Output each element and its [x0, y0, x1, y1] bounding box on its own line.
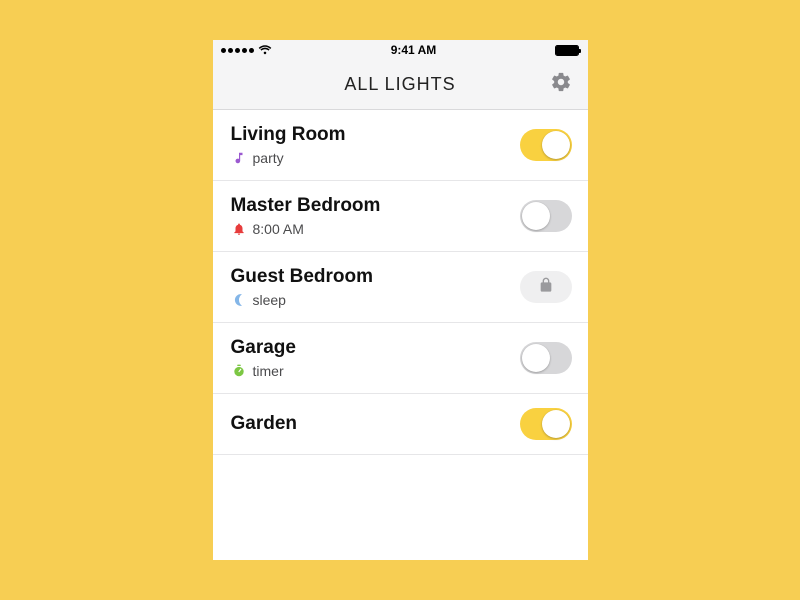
- light-toggle[interactable]: [520, 129, 572, 161]
- room-row-master-bedroom[interactable]: Master Bedroom 8:00 AM: [213, 181, 588, 252]
- music-note-icon: [231, 150, 247, 166]
- bell-icon: [231, 221, 247, 237]
- room-row-garage[interactable]: Garage timer: [213, 323, 588, 394]
- room-name: Garden: [231, 413, 520, 435]
- room-sublabel: party: [253, 150, 284, 166]
- room-sublabel: timer: [253, 363, 284, 379]
- room-name: Guest Bedroom: [231, 266, 520, 288]
- room-row-guest-bedroom[interactable]: Guest Bedroom sleep: [213, 252, 588, 323]
- wifi-icon: [258, 45, 272, 55]
- status-bar: 9:41 AM: [213, 40, 588, 60]
- room-row-living-room[interactable]: Living Room party: [213, 110, 588, 181]
- app-frame: 9:41 AM ALL LIGHTS Living Room: [213, 40, 588, 560]
- light-locked-indicator: [520, 271, 572, 303]
- battery-icon: [555, 45, 579, 56]
- page-title: ALL LIGHTS: [344, 74, 455, 95]
- gear-icon: [550, 71, 572, 98]
- light-toggle[interactable]: [520, 200, 572, 232]
- moon-icon: [231, 292, 247, 308]
- clock-text: 9:41 AM: [391, 43, 437, 57]
- light-toggle[interactable]: [520, 342, 572, 374]
- timer-icon: [231, 363, 247, 379]
- room-row-garden[interactable]: Garden: [213, 394, 588, 455]
- room-name: Master Bedroom: [231, 195, 520, 217]
- settings-button[interactable]: [546, 70, 576, 100]
- lock-icon: [538, 277, 554, 298]
- light-toggle[interactable]: [520, 408, 572, 440]
- signal-dots-icon: [221, 48, 254, 53]
- room-name: Living Room: [231, 124, 520, 146]
- room-name: Garage: [231, 337, 520, 359]
- header: ALL LIGHTS: [213, 60, 588, 110]
- rooms-list: Living Room party Master Bedroom 8:00: [213, 110, 588, 560]
- room-sublabel: sleep: [253, 292, 286, 308]
- room-sublabel: 8:00 AM: [253, 221, 304, 237]
